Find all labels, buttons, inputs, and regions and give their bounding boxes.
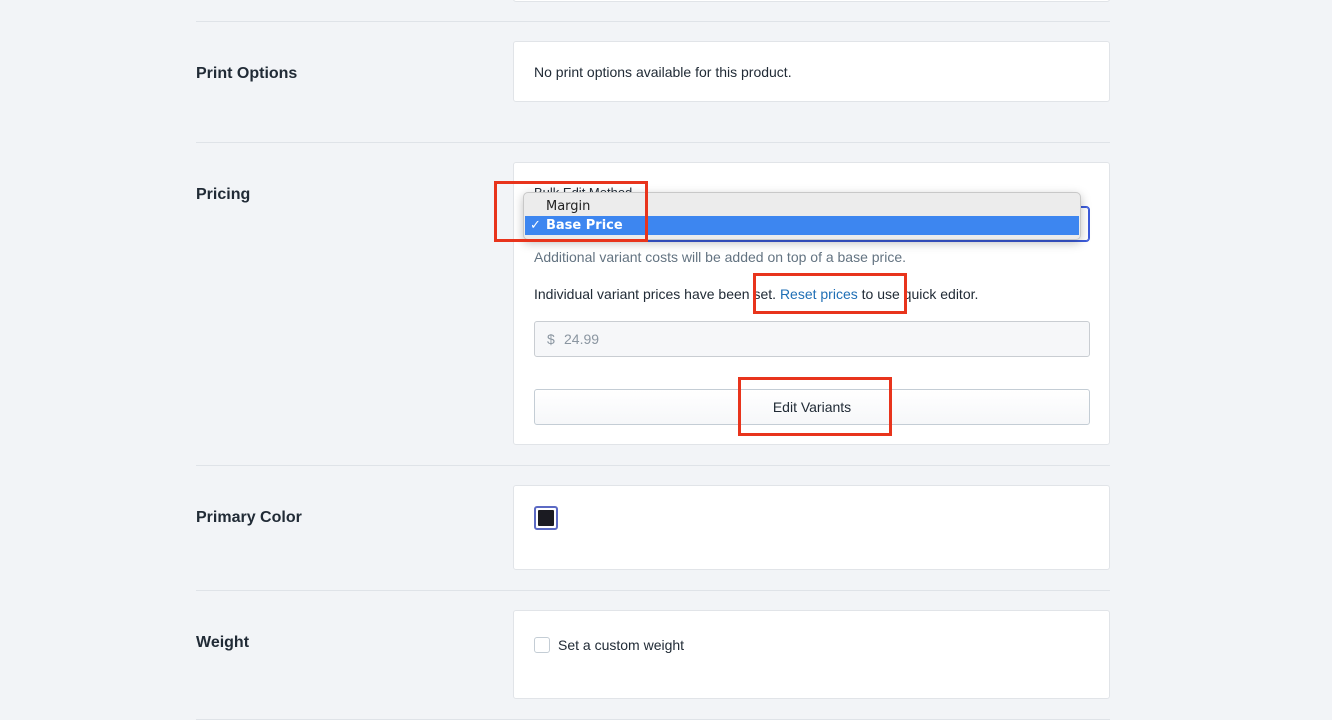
base-price-input[interactable]: $ 24.99	[534, 321, 1090, 357]
color-swatch-fill	[538, 510, 554, 526]
section-divider	[196, 465, 1110, 466]
weight-label: Weight	[196, 634, 250, 651]
print-options-label: Print Options	[196, 65, 298, 82]
section-divider	[196, 142, 1110, 143]
dropdown-option-label: Base Price	[546, 218, 623, 233]
primary-color-label: Primary Color	[196, 509, 302, 526]
edit-variants-button[interactable]: Edit Variants	[534, 389, 1090, 425]
bulk-edit-method-dropdown[interactable]: Margin ✓ Base Price	[523, 192, 1081, 240]
price-value: 24.99	[564, 331, 600, 347]
dropdown-option-base-price[interactable]: ✓ Base Price	[525, 216, 1079, 235]
pricing-label: Pricing	[196, 186, 251, 203]
variant-note-suffix: to use quick editor.	[861, 286, 979, 302]
custom-weight-checkbox[interactable]	[534, 637, 550, 653]
previous-section-card	[513, 0, 1110, 2]
dropdown-option-margin[interactable]: Margin	[525, 197, 1079, 216]
variant-note-prefix: Individual variant prices have been set.	[534, 286, 777, 302]
reset-prices-link[interactable]: Reset prices	[780, 286, 858, 302]
print-options-card: No print options available for this prod…	[513, 41, 1110, 102]
pricing-help-text: Additional variant costs will be added o…	[534, 249, 907, 265]
primary-color-card	[513, 485, 1110, 570]
color-swatch[interactable]	[534, 506, 558, 530]
variant-prices-note: Individual variant prices have been set.…	[534, 286, 978, 302]
custom-weight-label[interactable]: Set a custom weight	[558, 637, 684, 653]
weight-card: Set a custom weight	[513, 610, 1110, 699]
section-divider	[196, 21, 1110, 22]
check-icon: ✓	[530, 218, 541, 233]
section-divider	[196, 590, 1110, 591]
print-options-message: No print options available for this prod…	[534, 64, 792, 80]
currency-symbol: $	[547, 331, 555, 347]
